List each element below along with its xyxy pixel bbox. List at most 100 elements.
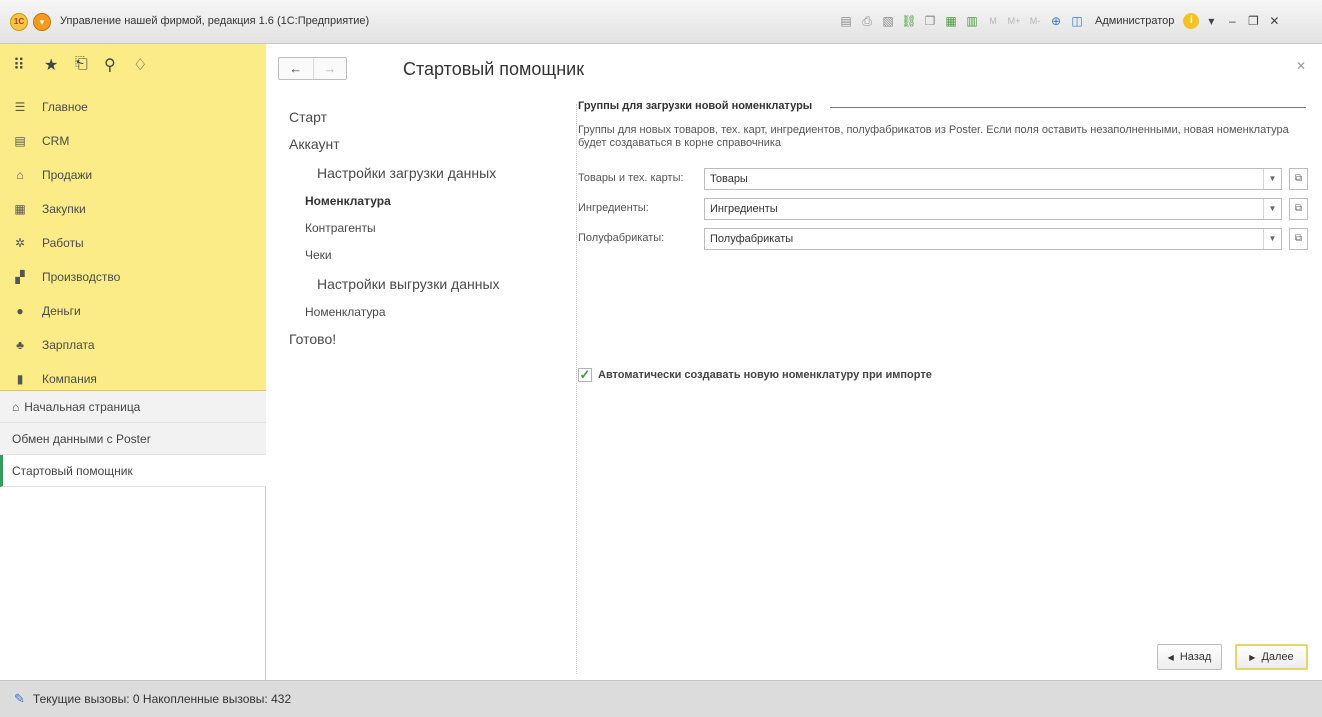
semifinished-field-label: Полуфабрикаты: [578,232,665,244]
works-icon: ✲ [14,236,26,250]
close-form-icon[interactable]: ✕ [1296,59,1306,73]
panels-icon[interactable]: ◫ [1068,11,1086,31]
quick-access-bar: ⠿ ★ ⎗ ⚲ ♢ [0,44,266,88]
company-flag-icon: ▮ [16,372,24,386]
field-row-semifinished: Полуфабрикаты: Полуфабрикаты ▼ ⧉ [578,228,1308,250]
open-item-icon[interactable]: ⧉ [1289,198,1308,220]
system-toolbar: ▤ ⎙ ▧ ⛓ ❐ ▦ ▥ M M+ M- ⊕ ◫ Администратор … [837,11,1283,31]
goods-group-value: Товары [710,173,748,185]
calendar-icon[interactable]: ▥ [963,11,981,31]
table-icon[interactable]: ▦ [942,11,960,31]
auto-create-row[interactable]: ✓ Автоматически создавать новую номенкла… [578,368,932,382]
forward-arrow-icon[interactable]: → [312,58,347,79]
preview-icon[interactable]: ▧ [879,11,897,31]
section-nav: ☰ Главное ▤ CRM ⌂ Продажи ▦ Закупки ✲ Работы … [0,90,266,396]
home-icon: ⌂ [12,399,20,414]
main-menu-icon[interactable]: ▾ [33,13,51,31]
step-export-settings[interactable]: Настройки выгрузки данных [289,269,559,299]
favorites-star-icon[interactable]: ★ [44,55,58,75]
status-bar: ✎ Текущие вызовы: 0 Накопленные вызовы: … [0,680,1322,717]
back-arrow-icon[interactable]: ← [279,58,313,79]
step-load-settings[interactable]: Настройки загрузки данных [289,158,559,188]
open-window-label: Стартовый помощник [12,463,133,478]
main-icon: ☰ [14,100,26,114]
open-window-label: Обмен данными с Poster [12,431,151,446]
open-item-icon[interactable]: ⧉ [1289,168,1308,190]
history-nav: ← → [278,57,347,80]
nav-item-label: Производство [42,270,121,284]
step-done[interactable]: Готово! [289,326,559,353]
nav-item-works[interactable]: ✲ Работы [0,226,266,260]
zoom-icon[interactable]: ⊕ [1047,11,1065,31]
app-logo-icon[interactable]: 1C [10,13,28,31]
info-icon[interactable]: i [1183,13,1200,29]
chevron-down-icon[interactable]: ▼ [1263,199,1281,219]
current-user[interactable]: Администратор [1095,15,1174,27]
link-icon[interactable]: ⛓ [900,11,918,31]
nav-item-main[interactable]: ☰ Главное [0,90,266,124]
search-icon[interactable]: ⚲ [104,55,116,75]
copy-icon[interactable]: ❐ [921,11,939,31]
chevron-down-icon[interactable]: ▼ [1263,229,1281,249]
calls-status: Текущие вызовы: 0 Накопленные вызовы: 43… [32,692,292,706]
triangle-left-icon: ◀ [1167,652,1174,662]
nav-item-label: Компания [42,372,97,386]
form-area: ← → Стартовый помощник ✕ Старт Аккаунт Н… [267,44,1322,680]
memory-plus-icon[interactable]: M+ [1005,11,1023,31]
semifinished-group-value: Полуфабрикаты [710,233,794,245]
production-icon: ▞ [15,270,25,284]
money-icon: ● [16,304,24,318]
nav-item-purchases[interactable]: ▦ Закупки [0,192,266,226]
auto-create-checkbox[interactable]: ✓ [578,368,592,382]
field-row-goods: Товары и тех. карты: Товары ▼ ⧉ [578,168,1308,190]
auto-create-label[interactable]: Автоматически создавать новую номенклату… [598,369,932,381]
open-window-start-assistant[interactable]: Стартовый помощник [0,455,266,487]
goods-group-input[interactable]: Товары ▼ [704,168,1282,190]
triangle-right-icon: ▶ [1249,652,1256,662]
step-load-nomenclature[interactable]: Номенклатура [289,188,559,215]
print-icon[interactable]: ⎙ [858,11,876,31]
step-start[interactable]: Старт [289,104,559,131]
step-counterparties[interactable]: Контрагенты [289,215,559,242]
sales-icon: ⌂ [16,168,24,182]
group-description: Группы для новых товаров, тех. карт, инг… [578,124,1289,149]
group-title: Группы для загрузки новой номенклатуры [578,100,813,112]
nav-item-money[interactable]: ● Деньги [0,294,266,328]
save-icon[interactable]: ▤ [837,11,855,31]
goods-field-label: Товары и тех. карты: [578,172,684,184]
salary-icon: ♣ [16,338,24,352]
sections-panel: ⠿ ★ ⎗ ⚲ ♢ ☰ Главное ▤ CRM ⌂ Продажи ▦ Закупк… [0,44,266,391]
ingredients-group-input[interactable]: Ингредиенты ▼ [704,198,1282,220]
grid-menu-icon[interactable]: ⠿ [13,55,25,75]
open-item-icon[interactable]: ⧉ [1289,228,1308,250]
next-button-label: Далее [1261,651,1294,663]
chevron-down-icon[interactable]: ▾ [1202,14,1220,28]
memory-m-icon[interactable]: M [984,11,1002,31]
semifinished-group-input[interactable]: Полуфабрикаты ▼ [704,228,1282,250]
nav-item-label: Деньги [42,304,81,318]
restore-icon[interactable]: ❐ [1244,14,1262,28]
next-button[interactable]: ▶ Далее [1235,644,1308,670]
open-window-label: Начальная страница [24,399,141,414]
memory-minus-icon[interactable]: M- [1026,11,1044,31]
step-export-nomenclature[interactable]: Номенклатура [289,299,559,326]
bell-icon[interactable]: ♢ [133,55,147,75]
history-icon[interactable]: ⎗ [75,55,88,73]
step-receipts[interactable]: Чеки [289,242,559,269]
step-account[interactable]: Аккаунт [289,131,559,158]
title-bar: 1C ▾ Управление нашей фирмой, редакция 1… [0,0,1322,44]
nav-item-salary[interactable]: ♣ Зарплата [0,328,266,362]
open-window-poster-exchange[interactable]: Обмен данными с Poster [0,423,266,455]
back-button[interactable]: ◀ Назад [1157,644,1222,670]
nav-item-sales[interactable]: ⌂ Продажи [0,158,266,192]
close-window-icon[interactable]: ✕ [1265,14,1283,28]
nav-item-crm[interactable]: ▤ CRM [0,124,266,158]
nav-item-production[interactable]: ▞ Производство [0,260,266,294]
back-button-label: Назад [1179,651,1212,663]
minimize-icon[interactable]: – [1223,14,1241,28]
open-window-home[interactable]: ⌂ Начальная страница [0,391,266,423]
purchases-icon: ▦ [14,202,26,216]
calls-icon[interactable]: ✎ [14,691,25,707]
chevron-down-icon[interactable]: ▼ [1263,169,1281,189]
nav-item-label: Работы [42,236,84,250]
